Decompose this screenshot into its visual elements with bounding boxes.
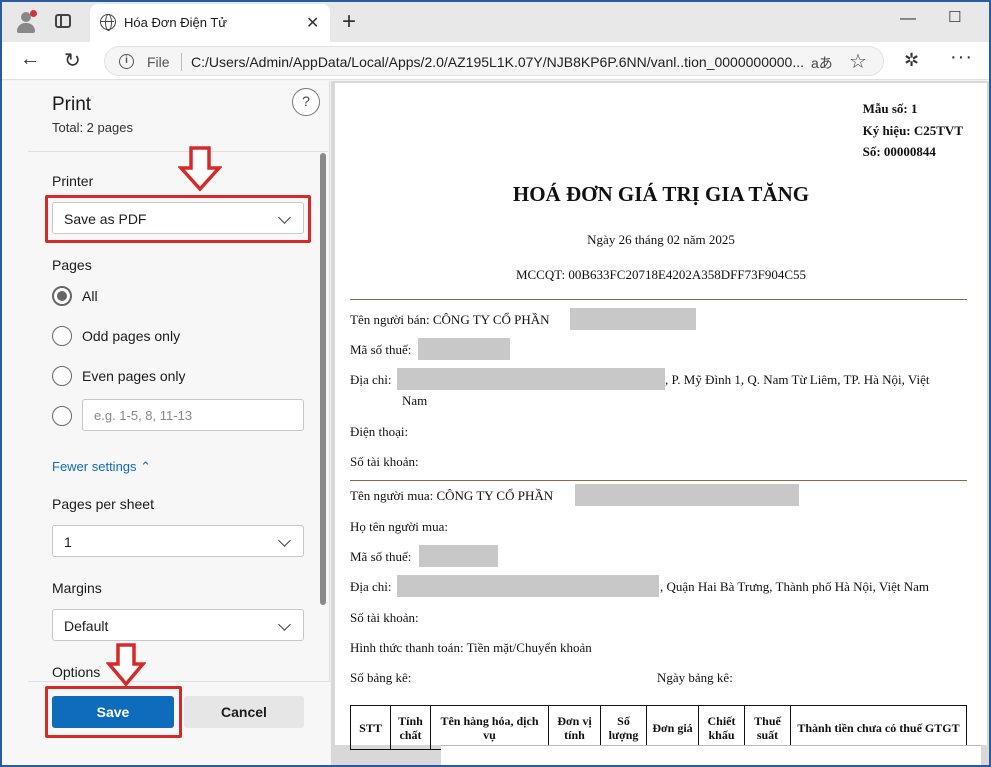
tab-actions-icon[interactable] xyxy=(55,14,71,28)
pages-per-sheet-select[interactable]: 1 xyxy=(52,525,304,557)
seller-name: Tên người bán: CÔNG TY CỔ PHẦN xyxy=(350,312,550,327)
mau-so: Mẫu số: 1 xyxy=(862,101,918,116)
radio-all-label[interactable]: All xyxy=(82,288,98,304)
seller-address-tail-2: Nam xyxy=(402,393,428,408)
radio-even-label[interactable]: Even pages only xyxy=(82,368,186,384)
address-bar[interactable]: i File C:/Users/Admin/AppData/Local/Apps… xyxy=(104,46,884,76)
star-icon[interactable]: ☆ xyxy=(849,49,867,74)
fewer-settings-link[interactable]: Fewer settings ⌃ xyxy=(52,459,151,475)
close-icon[interactable]: ✕ xyxy=(306,13,319,33)
redacted-block xyxy=(575,484,799,506)
margins-select[interactable]: Default xyxy=(52,609,304,641)
table-header-row: STT Tính chất Tên hàng hóa, dịch vụ Đơn … xyxy=(350,705,967,750)
help-icon[interactable]: ? xyxy=(292,88,320,116)
maximize-icon[interactable]: ☐ xyxy=(948,8,961,26)
profile-icon[interactable] xyxy=(14,10,38,34)
navigation-bar: ← ↻ i File C:/Users/Admin/AppData/Local/… xyxy=(0,42,991,80)
refresh-icon[interactable]: ↻ xyxy=(64,48,81,73)
radio-even[interactable] xyxy=(52,366,72,386)
tab-title: Hóa Đơn Điện Tử xyxy=(124,15,227,30)
print-title: Print xyxy=(52,94,92,115)
divider xyxy=(350,299,967,300)
table-header: Số lượng xyxy=(600,705,647,750)
extensions-icon[interactable]: ✲ xyxy=(904,50,919,71)
print-preview: Mẫu số: 1 Ký hiệu: C25TVT Số: 00000844 H… xyxy=(331,81,989,765)
seller-phone: Điện thoại: xyxy=(350,424,409,439)
buyer-address-tail: , Quận Hai Bà Trưng, Thành phố Hà Nội, V… xyxy=(660,579,930,594)
radio-odd[interactable] xyxy=(52,326,72,346)
divider xyxy=(350,480,967,481)
table-header: Thuế suất xyxy=(744,705,791,750)
table-header: Đơn vị tính xyxy=(548,705,601,750)
down-arrow-icon xyxy=(178,146,222,192)
url-text[interactable]: C:/Users/Admin/AppData/Local/Apps/2.0/AZ… xyxy=(191,54,804,70)
invoice-meta: Mẫu số: 1 Ký hiệu: C25TVT Số: 00000844 xyxy=(863,98,963,163)
table-header: Thành tiền chưa có thuế GTGT xyxy=(790,705,967,750)
radio-all[interactable] xyxy=(52,286,72,306)
margins-value: Default xyxy=(64,618,109,634)
so-hoa-don: Số: 00000844 xyxy=(862,144,936,159)
save-highlight-box xyxy=(45,686,182,738)
buyer-tax: Mã số thuế: xyxy=(350,549,412,564)
margins-label: Margins xyxy=(52,580,102,596)
invoice-title: HOÁ ĐƠN GIÁ TRỊ GIA TĂNG xyxy=(512,182,810,206)
seller-tax: Mã số thuế: xyxy=(350,342,412,357)
buyer-person: Họ tên người mua: xyxy=(350,519,449,534)
seller-account: Số tài khoản: xyxy=(350,454,419,469)
payment-method: Hình thức thanh toán: Tiền mặt/Chuyển kh… xyxy=(350,640,592,655)
custom-pages-input[interactable]: e.g. 1-5, 8, 11-13 xyxy=(82,399,304,431)
chevron-down-icon xyxy=(278,618,291,631)
invoice-table: STT Tính chất Tên hàng hóa, dịch vụ Đơn … xyxy=(350,705,967,750)
back-icon[interactable]: ← xyxy=(20,48,40,71)
next-page-edge xyxy=(441,745,981,765)
globe-icon xyxy=(100,14,116,31)
down-arrow-icon xyxy=(106,643,146,687)
read-aloud-icon[interactable]: aあ xyxy=(811,53,833,73)
options-label: Options xyxy=(52,664,101,680)
invoice-mccqt: MCCQT: 00B633FC20718E4202A358DFF73F904C5… xyxy=(515,267,807,282)
bang-ke-date: Ngày bảng kê: xyxy=(657,670,733,685)
redacted-block xyxy=(419,545,498,567)
table-header: Đơn giá xyxy=(646,705,699,750)
radio-odd-label[interactable]: Odd pages only xyxy=(82,328,180,344)
chevron-down-icon xyxy=(278,534,291,547)
ky-hieu: Ký hiệu: C25TVT xyxy=(862,122,963,138)
bang-ke-number: Số bảng kê: xyxy=(350,670,412,685)
pages-per-sheet-label: Pages per sheet xyxy=(52,496,154,512)
cancel-button[interactable]: Cancel xyxy=(184,696,304,728)
redacted-block xyxy=(397,368,665,390)
printer-highlight-box xyxy=(45,195,311,243)
info-icon[interactable]: i xyxy=(119,54,134,69)
pages-label: Pages xyxy=(52,257,92,273)
redacted-block xyxy=(570,308,696,330)
redacted-block xyxy=(418,338,510,360)
table-header: Tên hàng hóa, dịch vụ xyxy=(430,705,549,750)
scrollbar[interactable] xyxy=(320,153,326,605)
minimize-icon[interactable]: — xyxy=(900,10,916,28)
buyer-name: Tên người mua: CÔNG TY CỔ PHẦN xyxy=(350,488,554,503)
total-pages: Total: 2 pages xyxy=(52,120,133,135)
print-settings-panel: Print Total: 2 pages ? Printer Save as P… xyxy=(2,81,330,765)
table-header: STT xyxy=(350,705,391,750)
new-tab-icon[interactable]: + xyxy=(342,8,356,36)
file-label: File xyxy=(147,54,170,70)
buyer-account: Số tài khoản: xyxy=(350,610,419,625)
printer-label: Printer xyxy=(52,173,94,189)
table-header: Tính chất xyxy=(390,705,431,750)
seller-address-tail: , P. Mỹ Đình 1, Q. Nam Từ Liêm, TP. Hà N… xyxy=(665,372,930,387)
invoice-date: Ngày 26 tháng 02 năm 2025 xyxy=(587,232,735,247)
divider xyxy=(181,53,182,71)
buyer-address: Địa chỉ: xyxy=(350,579,392,594)
menu-icon[interactable]: ··· xyxy=(950,46,973,69)
invoice-page: Mẫu số: 1 Ký hiệu: C25TVT Số: 00000844 H… xyxy=(335,83,987,750)
radio-custom[interactable] xyxy=(52,406,72,426)
tab-bar: Hóa Đơn Điện Tử ✕ + — ☐ xyxy=(0,0,991,42)
pages-per-sheet-value: 1 xyxy=(64,534,72,550)
redacted-block xyxy=(397,575,659,597)
seller-address: Địa chỉ: xyxy=(350,372,392,387)
table-header: Chiết khấu xyxy=(698,705,745,750)
browser-tab[interactable]: Hóa Đơn Điện Tử ✕ xyxy=(90,4,330,42)
